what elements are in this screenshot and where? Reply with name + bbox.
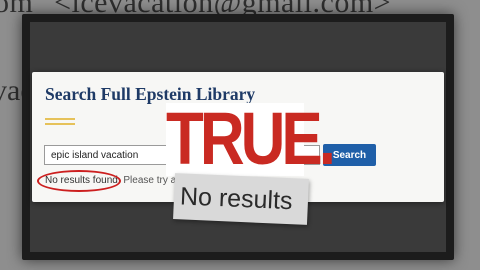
title-accent-line xyxy=(45,118,75,120)
caption-text: No results xyxy=(179,182,294,216)
verdict-banner: TRUE. xyxy=(166,98,336,181)
verdict-text: TRUE. xyxy=(166,98,336,181)
title-accent-line xyxy=(45,123,75,125)
caption-tag: No results xyxy=(173,173,309,225)
red-circle-annotation xyxy=(37,170,121,192)
